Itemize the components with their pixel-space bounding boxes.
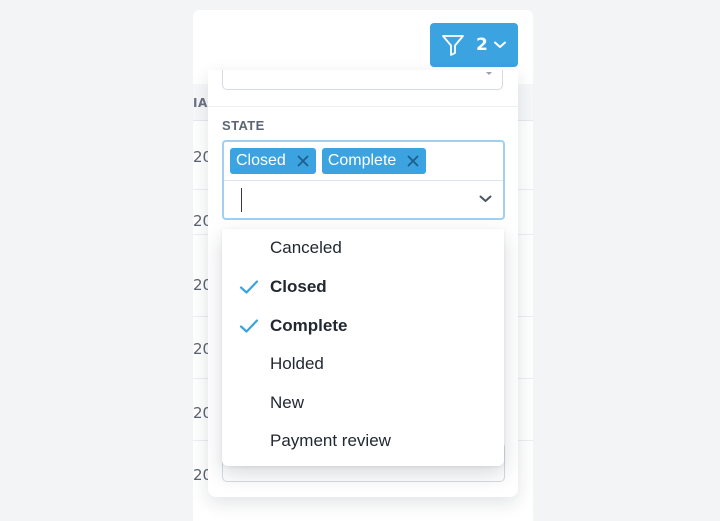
filter-toggle-button[interactable]: 2 [430,23,518,67]
remove-chip-complete-icon[interactable] [406,154,420,168]
check-icon [239,318,259,334]
option-label: Closed [270,277,327,296]
option-label: Canceled [270,238,342,257]
state-multiselect[interactable]: Closed Complete [222,140,505,220]
remove-chip-closed-icon[interactable] [296,154,310,168]
option-label: Payment review [270,431,391,450]
option-holded[interactable]: Holded [222,345,504,383]
option-label: Complete [270,316,348,335]
caret-down-icon [486,72,492,75]
chip-complete: Complete [321,148,427,174]
check-icon [239,279,259,295]
option-complete[interactable]: Complete [222,307,504,345]
option-label: New [270,393,305,412]
grid-column-header: IAI [193,96,209,110]
selected-chips: Closed Complete [230,148,427,174]
state-filter-label: STATE [222,118,265,133]
active-filter-count: 2 [476,35,488,55]
chip-closed: Closed [230,148,316,174]
option-closed[interactable]: Closed [222,268,504,306]
option-new[interactable]: New [222,384,504,422]
chevron-down-icon[interactable] [479,194,493,204]
option-label: Holded [270,354,324,373]
state-options-dropdown: Canceled Closed Complete Holded New Paym… [222,229,504,466]
previous-filter-select[interactable] [222,70,503,90]
chevron-down-icon [493,38,508,52]
multiselect-divider [224,180,503,181]
option-canceled[interactable]: Canceled [222,229,504,267]
chip-label: Closed [236,152,286,169]
funnel-icon [440,32,466,58]
chip-label: Complete [327,152,397,169]
panel-divider [208,106,518,107]
option-payment-review[interactable]: Payment review [222,422,504,460]
text-cursor [241,188,242,212]
